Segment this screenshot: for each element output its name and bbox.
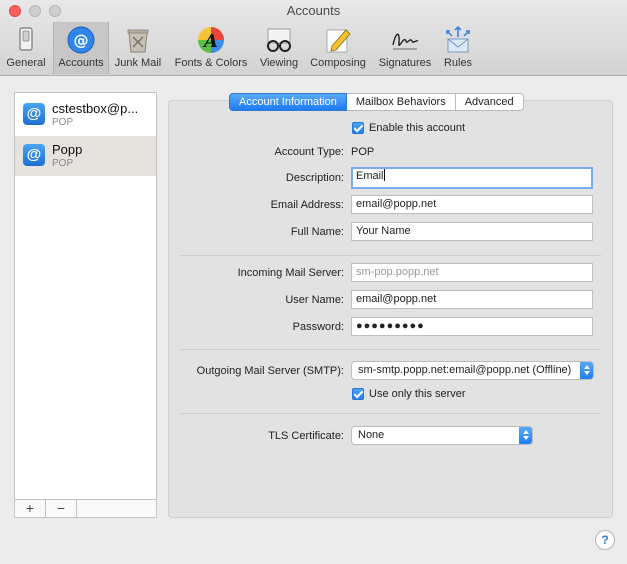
full-name-label: Full Name: [290, 226, 344, 238]
user-name-input[interactable]: email@popp.net [351, 290, 593, 309]
email-address-label: Email Address: [270, 199, 344, 211]
toolbar-composing[interactable]: Composing [305, 22, 371, 74]
pencil-icon [326, 29, 351, 53]
toolbar-junk-mail[interactable]: Junk Mail [111, 22, 165, 74]
outgoing-server-popup[interactable]: sm-smtp.popp.net:email@popp.net (Offline… [351, 361, 594, 380]
account-name: Popp [52, 142, 83, 157]
toolbar-rules-label: Rules [443, 57, 473, 69]
toolbar: Accounts General @ Accounts Junk Mail A … [0, 0, 627, 76]
tls-certificate-label: TLS Certificate: [268, 430, 344, 442]
account-item-popp[interactable]: @ Popp POP [15, 136, 156, 176]
help-button[interactable]: ? [595, 530, 615, 550]
toolbar-viewing[interactable]: Viewing [256, 22, 302, 74]
accounts-window: Accounts General @ Accounts Junk Mail A … [0, 0, 627, 564]
toolbar-fonts-colors[interactable]: A Fonts & Colors [168, 22, 254, 74]
add-account-button[interactable]: + [15, 500, 46, 517]
window-title: Accounts [286, 3, 341, 18]
account-settings-panel [168, 100, 613, 518]
at-sign-icon: @ [23, 144, 45, 166]
toolbar-signatures[interactable]: Signatures [374, 22, 436, 74]
incoming-server-input[interactable]: sm-pop.popp.net [351, 263, 593, 282]
account-item-cstestbox[interactable]: @ cstestbox@p... POP [15, 95, 156, 135]
at-sign-icon: @ [67, 26, 95, 54]
svg-text:A: A [202, 31, 218, 52]
password-label: Password: [292, 321, 344, 333]
tls-certificate-value: None [358, 429, 385, 441]
toolbar-fonts-colors-label: Fonts & Colors [174, 57, 248, 69]
toolbar-accounts[interactable]: @ Accounts [53, 22, 109, 74]
popup-arrows-icon [580, 362, 593, 379]
envelope-arrows-icon [446, 25, 470, 53]
account-type-label: Account Type: [274, 146, 344, 158]
divider [180, 413, 601, 414]
toolbar-composing-label: Composing [310, 57, 366, 69]
tab-advanced[interactable]: Advanced [455, 93, 524, 111]
toolbar-general-label: General [6, 57, 46, 69]
toolbar-junk-mail-label: Junk Mail [114, 57, 162, 69]
password-input[interactable]: ●●●●●●●●● [351, 317, 593, 336]
account-type: POP [52, 117, 74, 128]
toolbar-viewing-label: Viewing [259, 57, 299, 69]
tab-mailbox-behaviors[interactable]: Mailbox Behaviors [346, 93, 456, 111]
account-type: POP [52, 158, 74, 169]
description-value: Email [356, 170, 384, 182]
description-label: Description: [285, 172, 344, 184]
email-address-input[interactable]: email@popp.net [351, 195, 593, 214]
tls-certificate-popup[interactable]: None [351, 426, 533, 445]
account-list-footer: + − [15, 499, 156, 517]
toolbar-accounts-label: Accounts [58, 57, 104, 69]
popup-arrows-icon [519, 427, 532, 444]
account-type-value: POP [351, 146, 375, 158]
user-name-label: User Name: [285, 294, 344, 306]
toolbar-signatures-label: Signatures [378, 57, 432, 69]
enable-account-label: Enable this account [369, 122, 466, 134]
toolbar-rules[interactable]: Rules [438, 22, 478, 74]
incoming-server-label: Incoming Mail Server: [237, 267, 344, 279]
switch-icon [19, 27, 33, 51]
settings-tabs: Account Information Mailbox Behaviors Ad… [229, 93, 524, 111]
svg-text:@: @ [74, 32, 89, 50]
text-caret [383, 169, 385, 181]
signature-icon [392, 33, 419, 50]
outgoing-server-label: Outgoing Mail Server (SMTP): [196, 365, 344, 377]
tab-account-information[interactable]: Account Information [229, 93, 347, 111]
enable-account-checkbox[interactable] [352, 122, 364, 134]
divider [180, 349, 601, 350]
use-only-server-label: Use only this server [369, 388, 466, 400]
use-only-server-checkbox[interactable] [352, 388, 364, 400]
trash-bin-icon [127, 29, 149, 53]
glasses-icon [267, 28, 291, 52]
outgoing-server-value: sm-smtp.popp.net:email@popp.net (Offline… [358, 364, 572, 376]
account-name: cstestbox@p... [52, 101, 139, 116]
divider [180, 255, 601, 256]
remove-account-button[interactable]: − [46, 500, 77, 517]
toolbar-general[interactable]: General [2, 22, 50, 74]
full-name-input[interactable]: Your Name [351, 222, 593, 241]
font-a-icon: A [198, 27, 224, 53]
at-sign-icon: @ [23, 103, 45, 125]
description-input[interactable]: Email [351, 167, 593, 189]
account-list: @ cstestbox@p... POP @ Popp POP + − [14, 92, 157, 518]
